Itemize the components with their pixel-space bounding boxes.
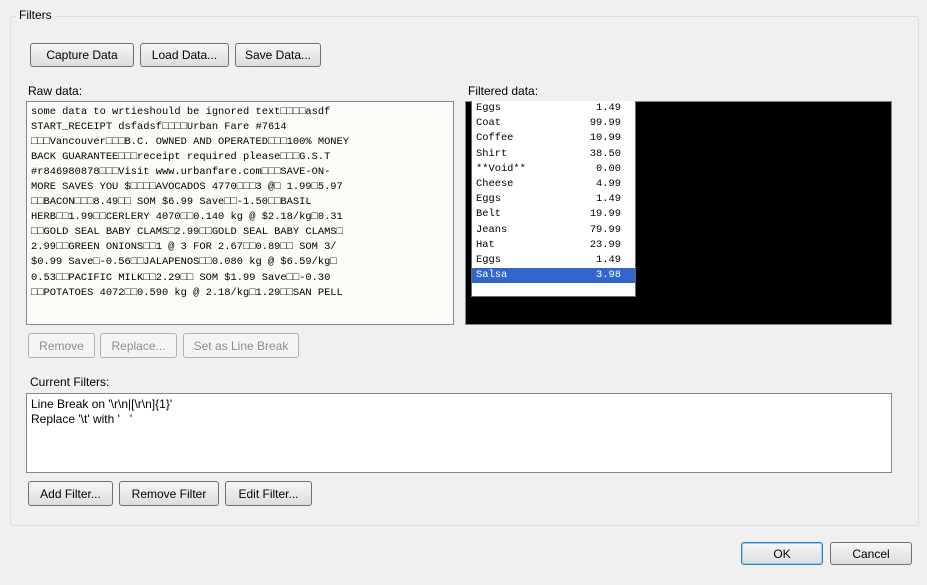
raw-data-line: MORE SAVES YOU $□□□□AVOCADOS 4770□□□3 @□… xyxy=(31,181,343,194)
filtered-row[interactable]: Hat 23.99 xyxy=(472,238,635,253)
filtered-row[interactable]: Coffee 10.99 xyxy=(472,131,635,146)
set-as-line-break-button[interactable]: Set as Line Break xyxy=(183,333,299,358)
filtered-row-price: 79.99 xyxy=(589,223,621,236)
filtered-row-price: 38.50 xyxy=(589,147,621,160)
remove-button[interactable]: Remove xyxy=(28,333,95,358)
filtered-row-name: Coat xyxy=(476,117,501,130)
raw-data-line: START_RECEIPT dsfadsf□□□□Urban Fare #761… xyxy=(31,121,287,134)
filtered-row-price: 1.49 xyxy=(596,253,621,266)
filtered-row-name: Eggs xyxy=(476,193,501,206)
raw-data-line: 0.53□□PACIFIC MILK□□2.29□□ SOM $1.99 Sav… xyxy=(31,271,331,284)
filtered-row[interactable]: Eggs 1.49 xyxy=(472,192,635,207)
filtered-row-price: 1.49 xyxy=(596,193,621,206)
filtered-row[interactable]: Eggs 1.49 xyxy=(472,101,635,116)
filtered-row-name: Eggs xyxy=(476,253,501,266)
raw-data-line: $0.99 Save□-0.56□□JALAPENOS□□0.080 kg @ … xyxy=(31,256,337,269)
filtered-row-name: Shirt xyxy=(476,147,508,160)
remove-filter-button[interactable]: Remove Filter xyxy=(119,481,219,506)
ok-button[interactable]: OK xyxy=(741,542,823,565)
filtered-row-price: 99.99 xyxy=(589,117,621,130)
filter-item[interactable]: Replace '\t' with ' ' xyxy=(31,412,887,427)
filtered-row-name: Salsa xyxy=(476,269,508,282)
filtered-row-name: Belt xyxy=(476,208,501,221)
raw-data-textbox[interactable]: some data to wrtieshould be ignored text… xyxy=(26,101,454,325)
load-data-button[interactable]: Load Data... xyxy=(140,43,229,67)
filtered-row[interactable]: Belt 19.99 xyxy=(472,207,635,222)
raw-data-label: Raw data: xyxy=(28,84,83,98)
current-filters-list[interactable]: Line Break on '\r\n|[\r\n]{1}' Replace '… xyxy=(26,393,892,473)
raw-data-line: □□GOLD SEAL BABY CLAMS□2.99□□GOLD SEAL B… xyxy=(31,226,343,239)
raw-data-line: 2.99□□GREEN ONIONS□□1 @ 3 FOR 2.67□□0.89… xyxy=(31,241,337,254)
filtered-row-price: 0.00 xyxy=(596,162,621,175)
add-filter-button[interactable]: Add Filter... xyxy=(28,481,113,506)
raw-data-line: HERB□□1.99□□CERLERY 4070□□0.140 kg @ $2.… xyxy=(31,211,343,224)
filtered-row[interactable]: Jeans 79.99 xyxy=(472,223,635,238)
save-data-button[interactable]: Save Data... xyxy=(235,43,321,67)
filtered-row-name: Cheese xyxy=(476,177,514,190)
filter-item[interactable]: Line Break on '\r\n|[\r\n]{1}' xyxy=(31,397,887,412)
filtered-row-price: 3.98 xyxy=(596,269,621,282)
filtered-row[interactable]: Salsa 3.98 xyxy=(472,268,635,284)
filtered-row-name: Jeans xyxy=(476,223,508,236)
filtered-row[interactable]: Eggs 1.49 xyxy=(472,253,635,268)
filtered-row[interactable]: Coat 99.99 xyxy=(472,116,635,131)
current-filters-label: Current Filters: xyxy=(30,375,110,389)
filtered-row[interactable]: Cheese 4.99 xyxy=(472,177,635,192)
raw-data-line: #r846980878□□□Visit www.urbanfare.com□□□… xyxy=(31,166,331,179)
filtered-row-price: 4.99 xyxy=(596,177,621,190)
filtered-row-name: Hat xyxy=(476,238,495,251)
filtered-row[interactable]: **Void** 0.00 xyxy=(472,162,635,177)
raw-data-line: □□BACON□□□8.49□□ SOM $6.99 Save□□-1.50□□… xyxy=(31,196,312,209)
cancel-button[interactable]: Cancel xyxy=(830,542,912,565)
filtered-row-price: 1.49 xyxy=(596,102,621,114)
filtered-data-list[interactable]: Eggs 1.49 Coat 99.99 Coffee 10.99 Shirt 38.50 **… xyxy=(471,101,636,297)
edit-filter-button[interactable]: Edit Filter... xyxy=(225,481,312,506)
filtered-row[interactable]: Shirt 38.50 xyxy=(472,147,635,162)
raw-data-line: □□POTATOES 4072□□0.590 kg @ 2.18/kg□1.29… xyxy=(31,286,343,299)
raw-data-text: some data to wrtieshould be ignored text… xyxy=(31,105,449,301)
filtered-row-price: 23.99 xyxy=(589,238,621,251)
raw-data-line: BACK GUARANTEE□□□receipt required please… xyxy=(31,151,331,164)
filtered-row-price: 19.99 xyxy=(589,208,621,221)
filtered-data-label: Filtered data: xyxy=(468,84,539,98)
filtered-row-name: Eggs xyxy=(476,102,501,114)
filtered-row-price: 10.99 xyxy=(589,132,621,145)
raw-data-line: some data to wrtieshould be ignored text… xyxy=(31,106,331,118)
group-title: Filters xyxy=(16,8,55,22)
capture-data-button[interactable]: Capture Data xyxy=(30,43,134,67)
filtered-row-name: Coffee xyxy=(476,132,514,145)
replace-button[interactable]: Replace... xyxy=(100,333,177,358)
raw-data-line: □□□Vancouver□□□B.C. OWNED AND OPERATED□□… xyxy=(31,136,350,149)
filtered-row-name: **Void** xyxy=(476,162,526,175)
